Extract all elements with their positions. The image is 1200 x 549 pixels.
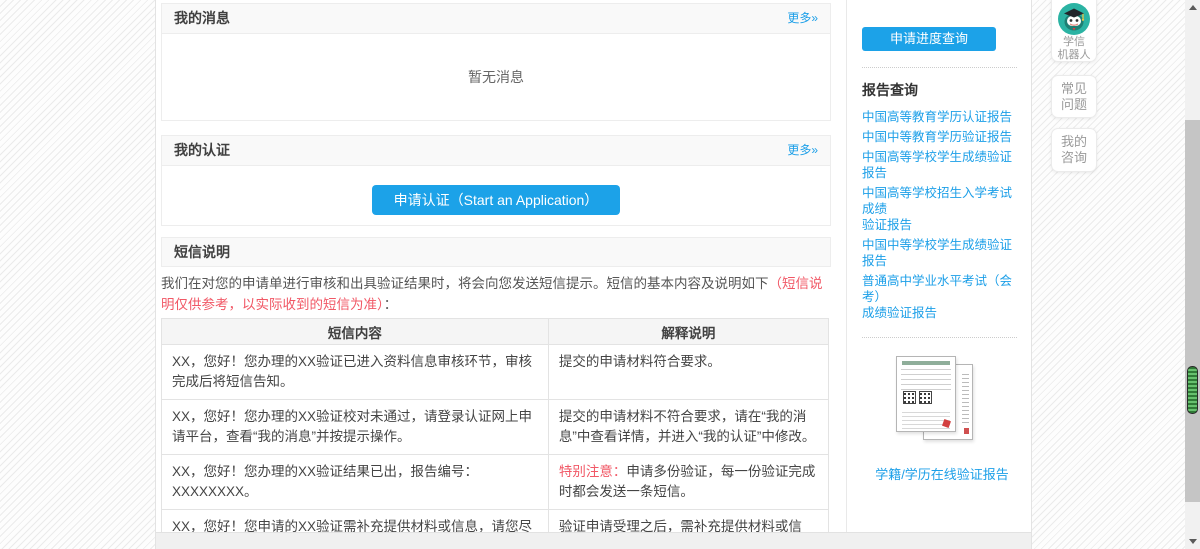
my-messages-body: 暂无消息 [162,34,830,120]
vertical-scrollbar[interactable] [1185,0,1200,549]
my-verification-body: 申请认证（Start an Application） [162,166,830,225]
document-title-bar [902,361,950,365]
my-messages-header: 我的消息 更多» [162,4,830,34]
section-my-verification: 我的认证 更多» 申请认证（Start an Application） [161,135,831,226]
column-header-explanation: 解释说明 [547,318,830,345]
explanation-cell: 提交的申请材料不符合要求，请在“我的消息”中查看详情，并进入“我的认证”中修改。 [547,399,830,455]
scroll-up-icon [1188,5,1197,10]
sms-intro-text: 我们在对您的申请单进行审核和出具验证结果时，将会向您发送短信提示。短信的基本内容… [161,276,769,291]
empty-messages-text: 暂无消息 [468,69,524,85]
online-verification-report-link[interactable]: 学籍/学历在线验证报告 [862,464,1022,483]
sidebar-divider [862,337,1017,338]
faq-button[interactable]: 常见 问题 [1051,75,1097,118]
document-edge-marks [962,371,969,423]
my-verification-header: 我的认证 更多» [162,136,830,166]
table-header-row: 短信内容 解释说明 [161,318,830,345]
report-link-secondary-edu-credential[interactable]: 中国中等教育学历验证报告 [862,129,1022,145]
document-field-lines [901,368,951,390]
verification-report-image [896,355,988,447]
sidebar-divider [862,67,1017,68]
sms-instructions-header: 短信说明 [161,237,831,267]
qr-code-icon [919,391,932,404]
table-row: XX，您好！您办理的XX验证结果已出，报告编号：XXXXXXXX。 特别注意：申… [161,454,830,510]
explanation-cell: 提交的申请材料符合要求。 [547,344,830,400]
scroll-minimap-marker [1187,366,1198,414]
faq-label: 常见 问题 [1060,81,1087,112]
my-messages-more-link[interactable]: 更多» [787,4,818,33]
report-document-front [896,356,956,432]
sms-instructions-title: 短信说明 [174,244,230,260]
sms-content-cell: XX，您好！您办理的XX验证校对未通过，请登录认证网上申请平台，查看“我的消息”… [161,399,549,455]
report-link-higher-edu-credential[interactable]: 中国高等教育学历认证报告 [862,109,1022,125]
report-link-college-transcript[interactable]: 中国高等学校学生成绩验证报告 [862,149,1022,181]
report-link-entrance-exam-score[interactable]: 中国高等学校招生入学考试成绩 验证报告 [862,185,1022,233]
sms-intro-paragraph: 我们在对您的申请单进行审核和出具验证结果时，将会向您发送短信提示。短信的基本内容… [161,273,831,315]
report-query-title: 报告查询 [862,82,918,98]
main-sidebar-divider [846,0,847,533]
qr-code-row [903,391,955,409]
xuexin-robot-icon [1058,3,1090,35]
explanation-cell: 特别注意：申请多份验证，每一份验证完成时都会发送一条短信。 [547,454,830,510]
scroll-down-icon [1188,539,1197,544]
special-note-label: 特别注意： [558,464,627,479]
my-verification-more-link[interactable]: 更多» [787,136,818,165]
table-row: XX，您好！您办理的XX验证校对未通过，请登录认证网上申请平台，查看“我的消息”… [161,399,830,455]
sms-intro-colon: ： [383,297,398,312]
start-application-button[interactable]: 申请认证（Start an Application） [371,185,621,215]
scroll-up-button[interactable] [1185,0,1200,15]
table-row: XX，您好！您办理的XX验证已进入资料信息审核环节，审核完成后将短信告知。 提交… [161,344,830,400]
report-link-huikao-score[interactable]: 普通高中学业水平考试（会考） 成绩验证报告 [862,273,1022,321]
page-container: 我的消息 更多» 暂无消息 我的认证 更多» 申请认证（Start an App… [155,0,1032,549]
robot-label: 学信 机器人 [1057,36,1091,61]
page-footer-bar [156,532,1031,549]
sidebar: 申请进度查询 报告查询 中国高等教育学历认证报告 中国中等教育学历验证报告 中国… [862,0,1022,483]
red-seal [964,428,969,434]
qr-code-icon [903,391,916,404]
report-link-secondary-school-transcript[interactable]: 中国中等学校学生成绩验证报告 [862,237,1022,269]
my-consultation-button[interactable]: 我的 咨询 [1051,128,1097,172]
sms-content-cell: XX，您好！您办理的XX验证已进入资料信息审核环节，审核完成后将短信告知。 [161,344,549,400]
application-progress-button[interactable]: 申请进度查询 [862,27,996,51]
scroll-down-button[interactable] [1185,534,1200,549]
scrollbar-thumb[interactable] [1185,120,1200,502]
sms-explanation-table: 短信内容 解释说明 XX，您好！您办理的XX验证已进入资料信息审核环节，审核完成… [161,318,830,549]
my-verification-title: 我的认证 [174,142,230,158]
report-link-list: 中国高等教育学历认证报告 中国中等教育学历验证报告 中国高等学校学生成绩验证报告… [862,109,1022,321]
xuexin-robot-button[interactable]: 学信 机器人 [1051,0,1097,62]
section-my-messages: 我的消息 更多» 暂无消息 [161,3,831,121]
column-header-sms-content: 短信内容 [161,318,549,345]
screen: 我的消息 更多» 暂无消息 我的认证 更多» 申请认证（Start an App… [0,0,1200,549]
sms-content-cell: XX，您好！您办理的XX验证结果已出，报告编号：XXXXXXXX。 [161,454,549,510]
my-messages-title: 我的消息 [174,10,230,26]
consultation-label: 我的 咨询 [1060,134,1087,165]
